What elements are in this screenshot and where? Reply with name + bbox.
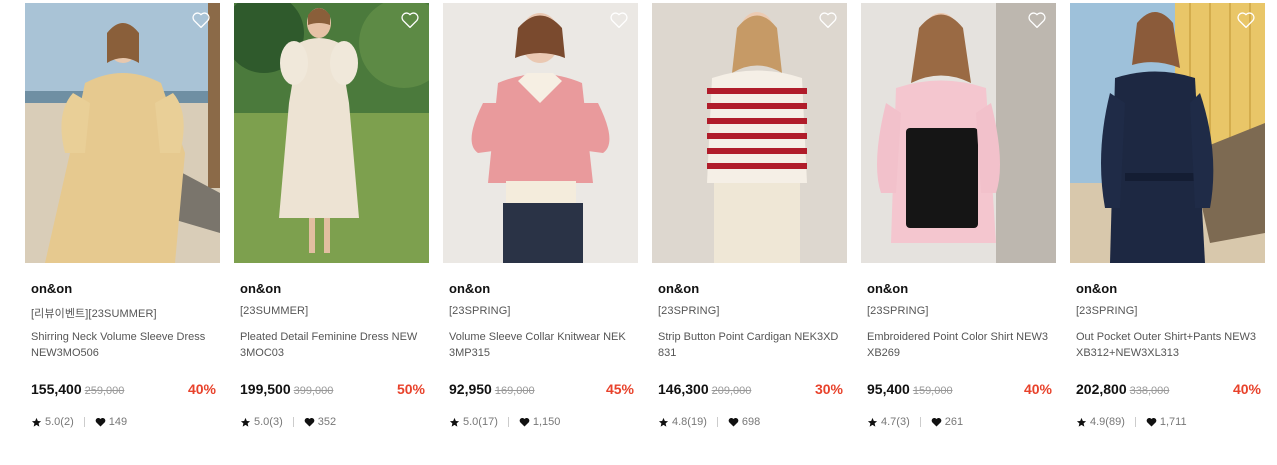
rating: 4.7(3) (881, 416, 910, 428)
product-name[interactable]: Strip Button Point Cardigan NEK3XD831 (658, 329, 840, 361)
brand-name[interactable]: on&on (867, 281, 908, 296)
discount-rate: 40% (1023, 381, 1052, 397)
heart-icon (728, 417, 739, 427)
sale-price: 146,300 (658, 381, 709, 397)
product-card[interactable]: on&on [23SPRING] Volume Sleeve Collar Kn… (443, 3, 638, 443)
like-count: 698 (741, 416, 761, 428)
product-image[interactable] (1070, 3, 1265, 263)
rating: 5.0(3) (254, 416, 283, 428)
star-icon (867, 417, 878, 427)
heart-outline-icon[interactable] (1027, 11, 1047, 29)
heart-icon (304, 417, 315, 427)
original-price: 159,000 (912, 385, 953, 397)
original-price: 259,000 (84, 385, 125, 397)
brand-name[interactable]: on&on (240, 281, 281, 296)
heart-icon (95, 417, 106, 427)
price: 146,300 209,000 (658, 381, 751, 397)
sale-price: 92,950 (449, 381, 492, 397)
product-meta: 4.7(3) 261 (867, 416, 963, 428)
heart-outline-icon[interactable] (1236, 11, 1256, 29)
like-count: 261 (944, 416, 964, 428)
price: 155,400 259,000 (31, 381, 124, 397)
product-image[interactable] (234, 3, 429, 263)
product-name[interactable]: Embroidered Point Color Shirt NEW3XB269 (867, 329, 1049, 361)
star-icon (449, 417, 460, 427)
product-meta: 5.0(17) 1,150 (449, 416, 560, 428)
discount-rate: 30% (814, 381, 843, 397)
product-name[interactable]: Pleated Detail Feminine Dress NEW3MOC03 (240, 329, 422, 361)
sale-price: 155,400 (31, 381, 82, 397)
divider (83, 417, 85, 427)
like-count: 149 (108, 416, 128, 428)
star-icon (658, 417, 669, 427)
rating: 4.8(19) (672, 416, 707, 428)
product-image[interactable] (652, 3, 847, 263)
brand-name[interactable]: on&on (1076, 281, 1117, 296)
product-name[interactable]: Out Pocket Outer Shirt+Pants NEW3XB312+N… (1076, 329, 1258, 361)
like-count: 1,711 (1159, 416, 1187, 428)
product-tag: [23SUMMER] (240, 305, 309, 317)
brand-name[interactable]: on&on (658, 281, 699, 296)
divider (716, 417, 718, 427)
sale-price: 95,400 (867, 381, 910, 397)
product-grid: on&on [리뷰이벤트][23SUMMER] Shirring Neck Vo… (25, 3, 1277, 465)
price: 92,950 169,000 (449, 381, 535, 397)
heart-outline-icon[interactable] (400, 11, 420, 29)
product-tag: [23SPRING] (449, 305, 511, 317)
product-name[interactable]: Volume Sleeve Collar Knitwear NEK3MP315 (449, 329, 631, 361)
rating: 4.9(89) (1090, 416, 1125, 428)
product-card[interactable]: on&on [리뷰이벤트][23SUMMER] Shirring Neck Vo… (25, 3, 220, 443)
rating: 5.0(17) (463, 416, 498, 428)
product-meta: 5.0(3) 352 (240, 416, 336, 428)
price: 202,800 338,000 (1076, 381, 1169, 397)
product-card[interactable]: on&on [23SPRING] Out Pocket Outer Shirt+… (1070, 3, 1265, 443)
product-name[interactable]: Shirring Neck Volume Sleeve Dress NEW3MO… (31, 329, 213, 361)
heart-icon (1146, 417, 1157, 427)
divider (919, 417, 921, 427)
product-image[interactable] (25, 3, 220, 263)
heart-outline-icon[interactable] (609, 11, 629, 29)
product-tag: [23SPRING] (1076, 305, 1138, 317)
product-meta: 4.8(19) 698 (658, 416, 760, 428)
divider (507, 417, 509, 427)
product-image[interactable] (861, 3, 1056, 263)
heart-outline-icon[interactable] (191, 11, 211, 29)
like-count: 1,150 (532, 416, 561, 428)
product-tag: [23SPRING] (658, 305, 720, 317)
discount-rate: 40% (1232, 381, 1261, 397)
sale-price: 199,500 (240, 381, 291, 397)
discount-rate: 45% (605, 381, 634, 397)
discount-rate: 40% (187, 381, 216, 397)
original-price: 169,000 (494, 385, 535, 397)
brand-name[interactable]: on&on (31, 281, 72, 296)
original-price: 399,000 (293, 385, 334, 397)
product-meta: 4.9(89) 1,711 (1076, 416, 1187, 428)
heart-icon (519, 417, 530, 427)
original-price: 338,000 (1129, 385, 1170, 397)
rating: 5.0(2) (45, 416, 74, 428)
star-icon (240, 417, 251, 427)
divider (1134, 417, 1136, 427)
product-tag: [리뷰이벤트][23SUMMER] (31, 308, 157, 320)
product-tag: [23SPRING] (867, 305, 929, 317)
like-count: 352 (317, 416, 337, 428)
sale-price: 202,800 (1076, 381, 1127, 397)
star-icon (31, 417, 42, 427)
product-card[interactable]: on&on [23SPRING] Strip Button Point Card… (652, 3, 847, 443)
brand-name[interactable]: on&on (449, 281, 490, 296)
divider (292, 417, 294, 427)
heart-icon (931, 417, 942, 427)
price: 199,500 399,000 (240, 381, 333, 397)
discount-rate: 50% (396, 381, 425, 397)
star-icon (1076, 417, 1087, 427)
product-image[interactable] (443, 3, 638, 263)
product-card[interactable]: on&on [23SPRING] Embroidered Point Color… (861, 3, 1056, 443)
original-price: 209,000 (711, 385, 752, 397)
heart-outline-icon[interactable] (818, 11, 838, 29)
product-card[interactable]: on&on [23SUMMER] Pleated Detail Feminine… (234, 3, 429, 443)
product-meta: 5.0(2) 149 (31, 416, 127, 428)
price: 95,400 159,000 (867, 381, 953, 397)
